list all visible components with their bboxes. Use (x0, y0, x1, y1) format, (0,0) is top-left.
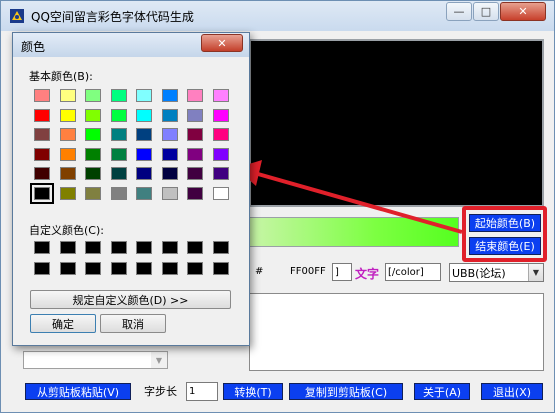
about-button[interactable]: 关于(A) (414, 383, 470, 400)
chevron-down-icon[interactable]: ▼ (151, 352, 167, 368)
custom-color-swatch[interactable] (59, 262, 76, 275)
custom-color-swatch[interactable] (136, 262, 152, 275)
start-hex-value: FF00FF (290, 266, 326, 277)
sample-text: 文字 (355, 267, 380, 281)
highlight-annotation-box (462, 206, 547, 262)
custom-color-swatch[interactable] (212, 241, 229, 254)
custom-color-swatch[interactable] (85, 241, 101, 254)
custom-color-swatch[interactable] (187, 241, 203, 254)
define-custom-colors-button[interactable]: 规定自定义颜色(D) >> (30, 290, 231, 309)
left-combobox[interactable] (23, 351, 168, 369)
custom-colors-grid (13, 33, 249, 283)
code-output-textarea[interactable] (249, 293, 544, 371)
convert-button[interactable]: 转换(T) (223, 383, 283, 400)
chevron-down-icon[interactable]: ▼ (528, 264, 543, 281)
custom-color-swatch[interactable] (187, 262, 203, 275)
gradient-preview-bar (249, 217, 459, 247)
step-label: 字步长 (144, 385, 177, 398)
custom-color-swatch[interactable] (136, 241, 152, 254)
main-titlebar: QQ空间留言彩色字体代码生成 — □ ✕ (1, 1, 554, 31)
open-bracket-field[interactable]: ] (332, 263, 352, 281)
preview-panel (249, 39, 544, 207)
app-icon (10, 9, 24, 23)
custom-color-swatch[interactable] (85, 262, 101, 275)
step-input[interactable]: 1 (186, 382, 218, 401)
close-tag-field[interactable]: [/color] (385, 263, 441, 281)
format-select-value: UBB(论坛) (452, 266, 506, 280)
custom-color-swatch[interactable] (34, 241, 50, 254)
custom-color-swatch[interactable] (161, 241, 178, 254)
custom-color-swatch[interactable] (110, 241, 127, 254)
window-title: QQ空间留言彩色字体代码生成 (31, 10, 194, 24)
custom-color-swatch[interactable] (59, 241, 76, 254)
maximize-button[interactable]: □ (473, 2, 499, 21)
exit-button[interactable]: 退出(X) (481, 383, 543, 400)
custom-color-swatch[interactable] (110, 262, 127, 275)
hash-label: # (255, 266, 264, 277)
custom-color-swatch[interactable] (161, 262, 178, 275)
cancel-button[interactable]: 取消 (100, 314, 166, 333)
minimize-button[interactable]: — (446, 2, 472, 21)
color-dialog: 颜色 ✕ 基本颜色(B): 自定义颜色(C): 规定自定义颜色(D) >> 确定… (12, 32, 250, 346)
custom-color-swatch[interactable] (34, 262, 50, 275)
custom-color-swatch[interactable] (212, 262, 229, 275)
copy-to-clipboard-button[interactable]: 复制到剪贴板(C) (289, 383, 403, 400)
ok-button[interactable]: 确定 (30, 314, 96, 333)
close-button[interactable]: ✕ (500, 2, 546, 21)
paste-from-clipboard-button[interactable]: 从剪贴板粘贴(V) (25, 383, 131, 400)
